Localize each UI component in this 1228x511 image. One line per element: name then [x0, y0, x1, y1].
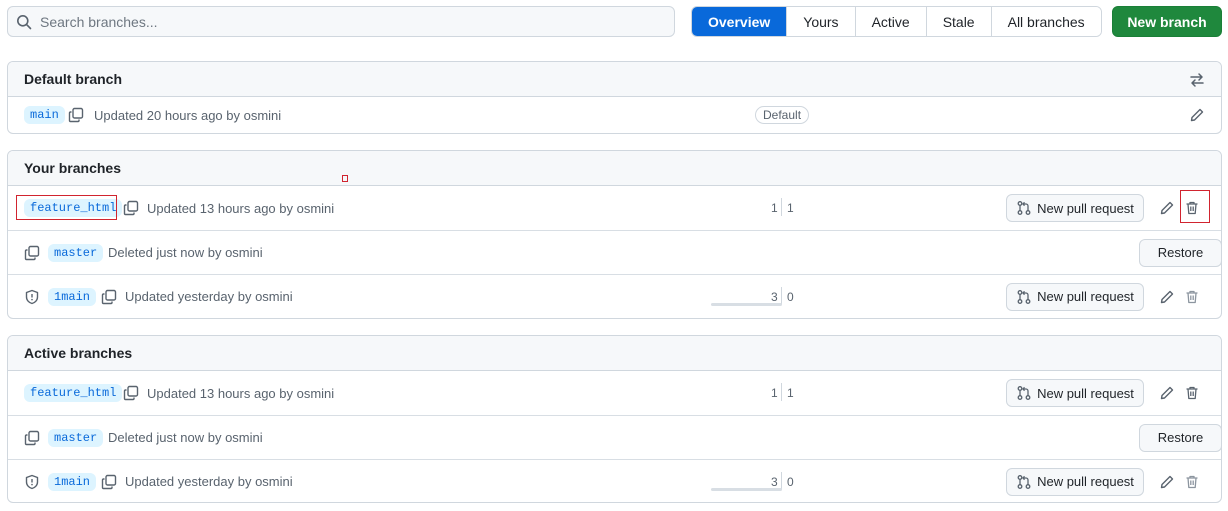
new-pull-request-button[interactable]: New pull request — [1006, 467, 1144, 496]
branch-meta: Deleted just now by osmini — [108, 245, 263, 260]
default-badge: Default — [755, 106, 810, 124]
branch-meta: Updated 13 hours ago by osmini — [147, 200, 335, 216]
tab-all-branches[interactable]: All branches — [990, 7, 1101, 36]
git-pull-request-icon — [1016, 200, 1032, 216]
copy-icon[interactable] — [101, 474, 117, 490]
tab-active[interactable]: Active — [854, 7, 926, 36]
pencil-icon[interactable] — [1155, 285, 1179, 309]
behind-count: 3 — [771, 289, 778, 304]
copy-icon[interactable] — [24, 245, 40, 261]
default-branch-section: Default branch main Updated 20 hours ago… — [7, 61, 1222, 134]
section-title: Your branches — [24, 160, 121, 176]
new-pull-request-button[interactable]: New pull request — [1006, 282, 1144, 311]
highlight-box-trash — [1180, 190, 1210, 223]
highlight-box-branch — [16, 195, 117, 220]
section-header: Your branches — [8, 151, 1221, 186]
section-title: Default branch — [24, 71, 123, 87]
branch-name[interactable]: 1main — [48, 287, 97, 306]
section-title: Active branches — [24, 345, 133, 361]
highlight-box-marker — [342, 175, 348, 182]
ahead-count: 0 — [787, 474, 794, 489]
pencil-icon[interactable] — [1155, 196, 1179, 220]
new-pull-request-button[interactable]: New pull request — [1006, 194, 1144, 222]
branch-row: 1main Updated yesterday by osmini 3 0 Ne… — [8, 459, 1221, 502]
your-branches-section: Your branches feature_html Updated 13 ho… — [7, 150, 1222, 319]
pencil-icon[interactable] — [1155, 470, 1179, 494]
behind-bar — [711, 303, 782, 306]
section-header: Active branches — [8, 336, 1221, 371]
branch-row: 1main Updated yesterday by osmini 3 0 Ne… — [8, 274, 1221, 318]
branch-meta: Deleted just now by osmini — [108, 430, 263, 445]
shield-icon — [24, 474, 40, 490]
branch-row: master Deleted just now by osmini Restor… — [8, 415, 1221, 459]
new-pull-request-label: New pull request — [1037, 289, 1134, 304]
branch-meta: Updated yesterday by osmini — [125, 474, 293, 489]
new-branch-button[interactable]: New branch — [1112, 6, 1222, 37]
branch-row: feature_html Updated 13 hours ago by osm… — [8, 186, 1221, 230]
section-header: Default branch — [8, 62, 1221, 97]
branch-meta: Updated 20 hours ago by osmini — [94, 107, 282, 123]
behind-count: 1 — [771, 386, 778, 400]
shield-icon — [24, 289, 40, 305]
pencil-icon[interactable] — [1185, 103, 1209, 127]
tab-stale[interactable]: Stale — [925, 7, 991, 36]
branch-row: main Updated 20 hours ago by osmini Defa… — [8, 97, 1221, 133]
branch-name[interactable]: master — [48, 428, 104, 447]
trash-icon[interactable] — [1180, 285, 1204, 309]
branch-meta: Updated yesterday by osmini — [125, 289, 293, 304]
ahead-count: 1 — [787, 386, 794, 400]
ahead-count: 0 — [787, 289, 794, 304]
branch-filter-tabs: Overview Yours Active Stale All branches — [691, 6, 1102, 37]
search-box[interactable] — [7, 6, 675, 37]
git-pull-request-icon — [1016, 474, 1032, 490]
branch-name[interactable]: main — [24, 106, 65, 124]
branch-name[interactable]: feature_html — [24, 384, 123, 402]
behind-count: 1 — [771, 201, 778, 215]
new-pull-request-label: New pull request — [1037, 474, 1134, 489]
copy-icon[interactable] — [24, 430, 40, 446]
new-pull-request-label: New pull request — [1037, 200, 1134, 216]
tab-yours[interactable]: Yours — [786, 7, 855, 36]
ahead-behind-divider — [781, 198, 782, 216]
copy-icon[interactable] — [68, 107, 84, 123]
branch-row: master Deleted just now by osmini Restor… — [8, 230, 1221, 274]
branch-name[interactable]: master — [48, 243, 104, 262]
tab-overview[interactable]: Overview — [692, 7, 787, 36]
git-pull-request-icon — [1016, 385, 1032, 401]
branch-row: feature_html Updated 13 hours ago by osm… — [8, 371, 1221, 415]
branch-name[interactable]: 1main — [48, 472, 97, 491]
search-input[interactable] — [32, 7, 674, 36]
branch-meta: Updated 13 hours ago by osmini — [147, 385, 335, 401]
search-icon — [16, 14, 32, 30]
trash-icon[interactable] — [1180, 381, 1204, 405]
copy-icon[interactable] — [101, 289, 117, 305]
active-branches-section: Active branches feature_html Updated 13 … — [7, 335, 1222, 503]
behind-count: 3 — [771, 474, 778, 489]
behind-bar — [711, 488, 782, 491]
git-pull-request-icon — [1016, 289, 1032, 305]
copy-icon[interactable] — [123, 200, 139, 216]
ahead-count: 1 — [787, 201, 794, 215]
arrow-switch-icon[interactable] — [1185, 68, 1209, 92]
new-pull-request-label: New pull request — [1037, 385, 1134, 401]
ahead-behind-divider — [781, 383, 782, 401]
copy-icon[interactable] — [123, 385, 139, 401]
new-pull-request-button[interactable]: New pull request — [1006, 379, 1144, 407]
pencil-icon[interactable] — [1155, 381, 1179, 405]
restore-button[interactable]: Restore — [1139, 238, 1221, 267]
trash-icon[interactable] — [1180, 470, 1204, 494]
restore-button[interactable]: Restore — [1139, 423, 1221, 452]
